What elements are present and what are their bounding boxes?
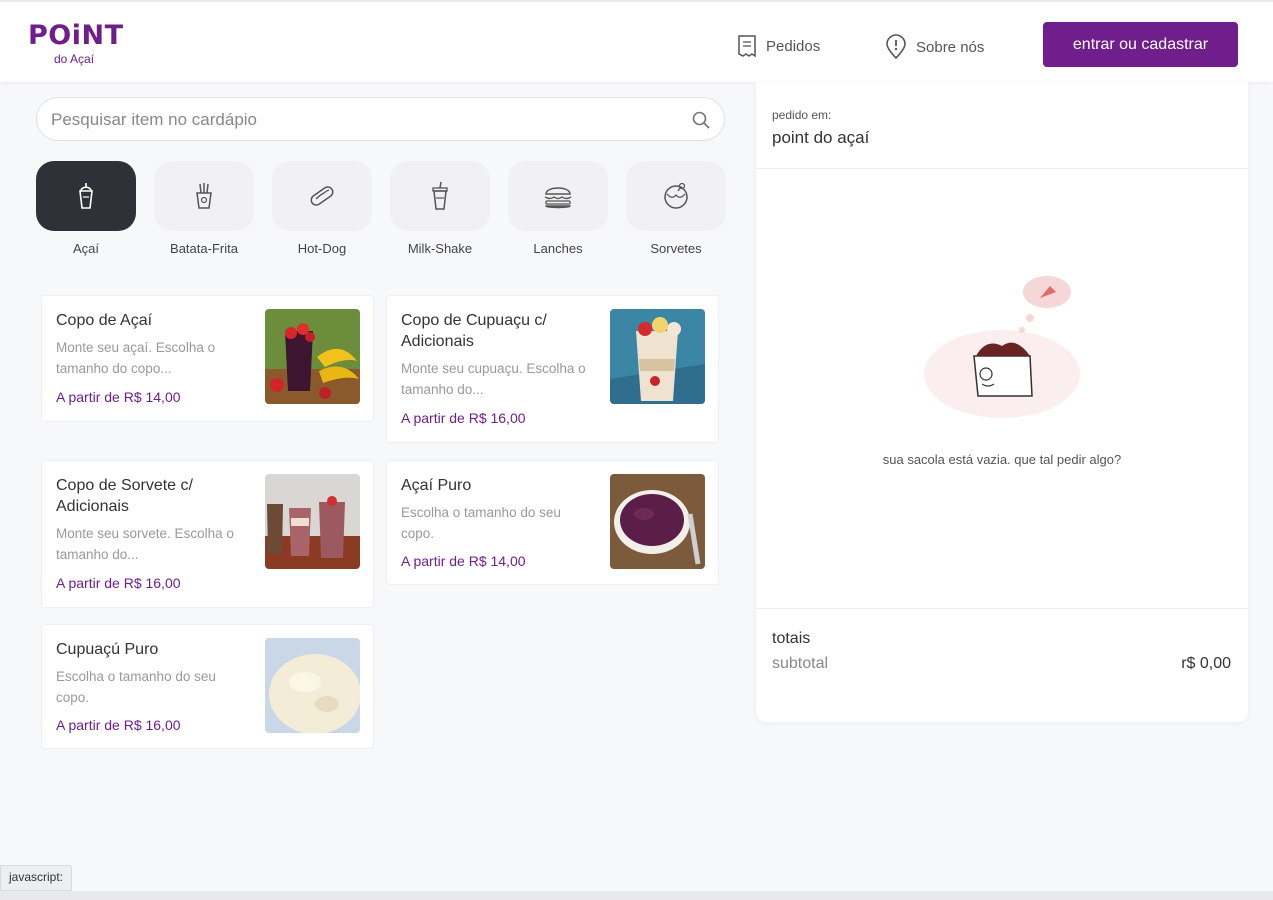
empty-cart-message: sua sacola está vazia. que tal pedir alg… (882, 452, 1122, 467)
divider (756, 608, 1248, 609)
nav-pedidos-label: Pedidos (766, 37, 821, 55)
search-input[interactable] (51, 108, 671, 132)
nav-pedidos[interactable]: Pedidos (736, 34, 820, 58)
category-bar: Açaí Batata-Frita Hot-Dog Milk-Shake Lan… (36, 161, 726, 261)
product-description: Monte seu cupuaçu. Escolha o tamanho do.… (401, 361, 586, 397)
category-label: Lanches (533, 241, 583, 256)
login-signup-button[interactable]: entrar ou cadastrar (1043, 22, 1238, 67)
empty-bag-illustration (924, 276, 1080, 418)
totals-title: totais (772, 630, 811, 647)
category-batata-frita[interactable]: Batata-Frita (154, 161, 254, 256)
browser-status-bar: javascript: (0, 865, 73, 891)
product-description: Escolha o tamanho do seu copo. (401, 505, 561, 541)
product-price: A partir de R$ 14,00 (56, 389, 181, 405)
hotdog-icon (310, 186, 334, 206)
search-icon[interactable] (691, 110, 711, 130)
category-label: Milk-Shake (407, 241, 473, 256)
category-lanches[interactable]: Lanches (508, 161, 608, 256)
product-name: Copo de Sorvete c/ Adicionais (56, 477, 193, 515)
product-image (610, 309, 705, 404)
product-description: Escolha o tamanho do seu copo. (56, 669, 216, 705)
nav-sobre-nos[interactable]: Sobre nós (884, 34, 984, 60)
category-hot-dog[interactable]: Hot-Dog (272, 161, 372, 256)
category-label: Sorvetes (650, 241, 702, 256)
product-image (265, 474, 360, 569)
category-tile (154, 161, 254, 231)
menu-search-bar[interactable] (36, 97, 725, 141)
product-image (610, 474, 705, 569)
nav-sobre-nos-label: Sobre nós (916, 38, 985, 56)
category-tile (36, 161, 136, 231)
icecream-icon (664, 182, 688, 209)
burger-icon (544, 187, 572, 209)
divider (756, 168, 1248, 169)
product-card-copo-de-acai[interactable]: Copo de Açaí Monte seu açaí. Escolha o t… (41, 295, 374, 422)
category-label: Hot-Dog (297, 241, 347, 256)
product-price: A partir de R$ 14,00 (401, 553, 526, 569)
receipt-icon (738, 35, 756, 58)
location-pin-icon (886, 34, 906, 60)
milkshake-icon (432, 181, 448, 210)
product-image (265, 638, 360, 733)
logo-subtext: do Açaí (54, 52, 95, 66)
product-card-acai-puro[interactable]: Açaí Puro Escolha o tamanho do seu copo.… (386, 460, 719, 585)
subtotal-label: subtotal (772, 655, 829, 672)
category-label: Açaí (72, 241, 99, 256)
product-name: Copo de Cupuaçu c/ Adicionais (401, 312, 547, 350)
category-tile (272, 161, 372, 231)
category-milk-shake[interactable]: Milk-Shake (390, 161, 490, 256)
category-tile (390, 161, 490, 231)
cart-panel: pedido em: point do açaí sua sacola está… (756, 82, 1248, 722)
fries-icon (196, 183, 212, 209)
product-price: A partir de R$ 16,00 (401, 410, 526, 426)
top-header: POiNT do Açaí Pedidos Sobre nós entrar o… (0, 0, 1273, 82)
product-card-cupuacu-puro[interactable]: Cupuaçú Puro Escolha o tamanho do seu co… (41, 624, 374, 749)
product-name: Açaí Puro (401, 477, 472, 494)
product-name: Copo de Açaí (56, 312, 153, 329)
bottom-scroll-bar[interactable] (0, 891, 1273, 900)
product-card-copo-de-cupuacu[interactable]: Copo de Cupuaçu c/ Adicionais Monte seu … (386, 295, 719, 443)
product-image (265, 309, 360, 404)
category-label: Batata-Frita (170, 241, 238, 256)
product-price: A partir de R$ 16,00 (56, 575, 181, 591)
category-acai[interactable]: Açaí (36, 161, 136, 256)
acai-cup-icon (79, 183, 93, 209)
ordered-at-label: pedido em: (772, 108, 832, 122)
product-card-copo-de-sorvete[interactable]: Copo de Sorvete c/ Adicionais Monte seu … (41, 460, 374, 608)
brand-logo[interactable]: POiNT do Açaí (28, 20, 138, 70)
product-price: A partir de R$ 16,00 (56, 717, 181, 733)
store-name: point do açaí (772, 128, 870, 147)
category-tile (508, 161, 608, 231)
product-description: Monte seu açaí. Escolha o tamanho do cop… (56, 340, 216, 376)
logo-text: POiNT (28, 20, 124, 51)
product-description: Monte seu sorvete. Escolha o tamanho do.… (56, 526, 234, 562)
product-name: Cupuaçú Puro (56, 641, 159, 658)
category-sorvetes[interactable]: Sorvetes (626, 161, 726, 256)
subtotal-value: r$ 0,00 (1181, 655, 1231, 672)
category-tile (626, 161, 726, 231)
